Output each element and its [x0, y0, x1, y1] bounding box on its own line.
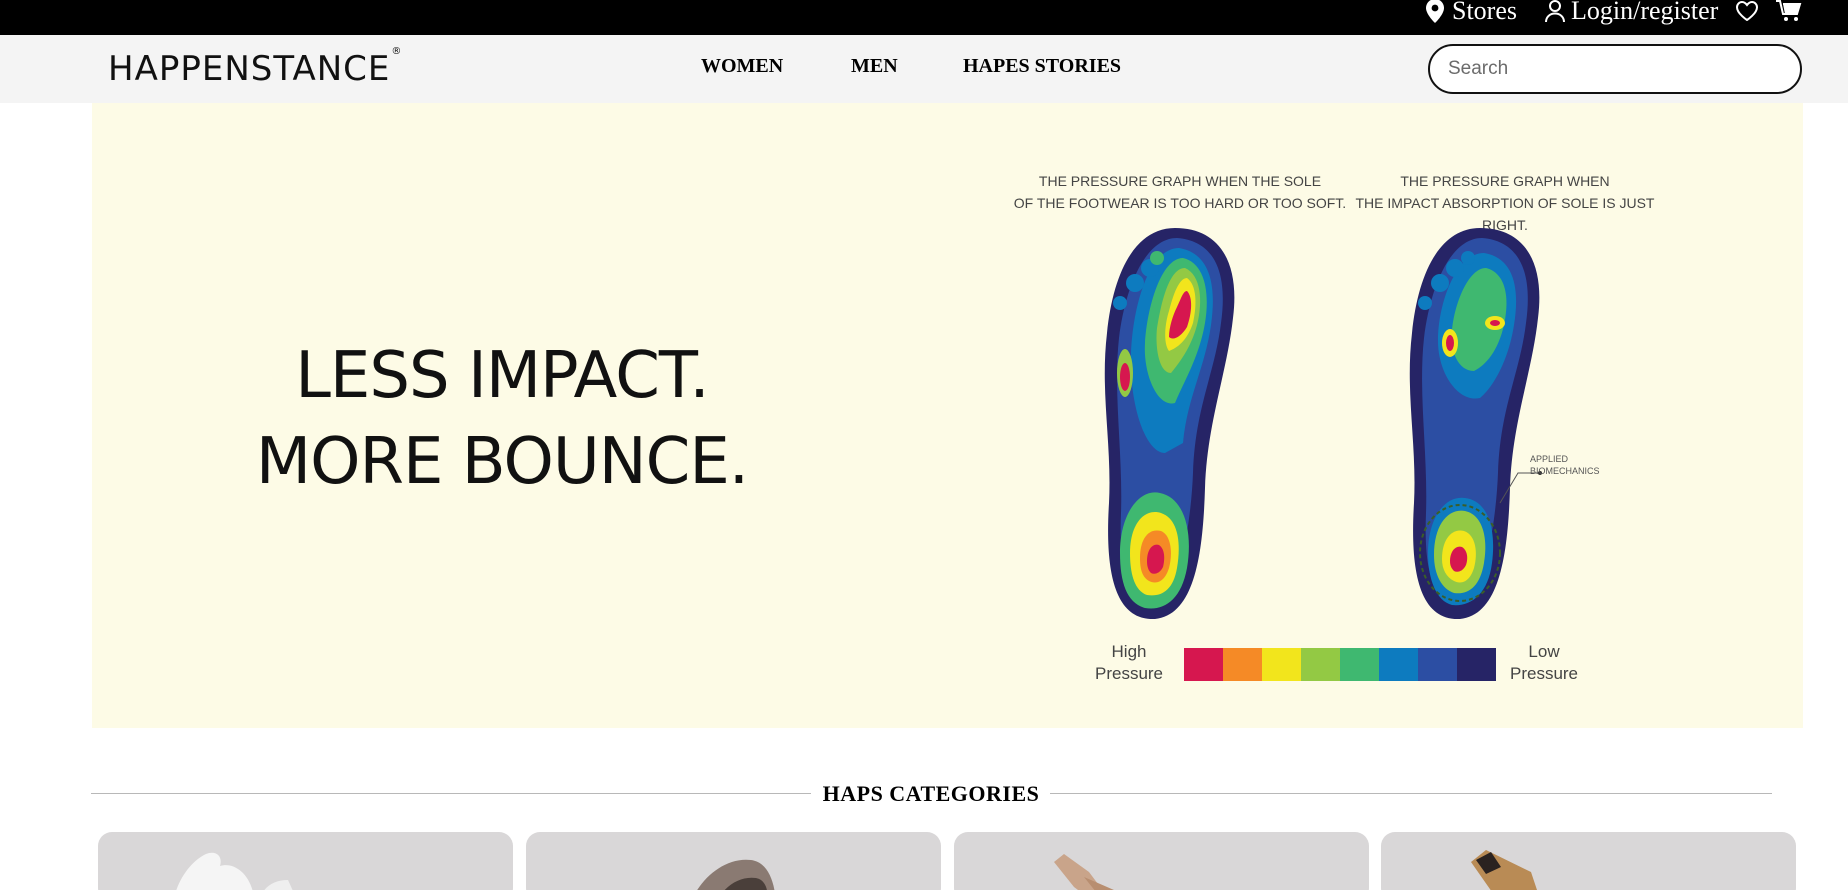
heel-image: [697, 859, 775, 890]
nav-women[interactable]: WOMEN: [701, 55, 783, 78]
pressure-map-hard-sole: [1104, 228, 1235, 620]
applied-biomechanics-label: APPLIED BIOMECHANICS: [1530, 453, 1600, 477]
search-input[interactable]: [1428, 44, 1802, 94]
legend-low-line-1: Low: [1528, 642, 1560, 661]
hero-banner[interactable]: LESS IMPACT. MORE BOUNCE. THE PRESSURE G…: [92, 103, 1803, 728]
sandal-image: [1054, 854, 1114, 890]
categories-heading: HAPS CATEGORIES: [822, 781, 1040, 806]
hero-line-1: LESS IMPACT.: [295, 339, 709, 413]
scale-swatch: [1379, 648, 1418, 681]
pressure-map-right-sole: [1409, 228, 1542, 620]
logo-text: HAPPENSTANCE: [108, 49, 391, 89]
nav-hapes-stories[interactable]: HAPES STORIES: [963, 55, 1121, 78]
category-card[interactable]: [1381, 832, 1796, 890]
caption-right-sole-line-1: THE PRESSURE GRAPH WHEN: [1400, 173, 1610, 189]
divider-left: [91, 793, 811, 794]
utility-bar: Stores Login/register: [0, 0, 1848, 35]
category-card[interactable]: [954, 832, 1369, 890]
hero-headline: LESS IMPACT. MORE BOUNCE.: [92, 333, 912, 505]
nav-men[interactable]: MEN: [851, 55, 898, 78]
annotation-line-1: APPLIED: [1530, 454, 1569, 464]
annotation-line-2: BIOMECHANICS: [1530, 466, 1600, 476]
stores-label: Stores: [1452, 0, 1517, 25]
user-icon: [1545, 0, 1565, 22]
category-card[interactable]: [526, 832, 941, 890]
registered-mark: ®: [391, 45, 403, 57]
main-header: HAPPENSTANCE® WOMEN MEN HAPES STORIES: [0, 35, 1848, 103]
scale-swatch: [1262, 648, 1301, 681]
divider-right: [1050, 793, 1772, 794]
login-register-label: Login/register: [1571, 0, 1719, 25]
scale-swatch: [1184, 648, 1223, 681]
hero-line-2: MORE BOUNCE.: [255, 425, 749, 499]
scale-swatch: [1223, 648, 1262, 681]
caption-hard-sole-line-1: THE PRESSURE GRAPH WHEN THE SOLE: [1038, 173, 1322, 189]
location-pin-icon: [1426, 0, 1444, 23]
wishlist-button[interactable]: [1736, 0, 1758, 22]
caption-hard-sole-line-2: OF THE FOOTWEAR IS TOO HARD OR TOO SOFT.: [1013, 195, 1347, 211]
stores-link[interactable]: Stores: [1426, 0, 1517, 25]
legend-low-line-2: Pressure: [1509, 664, 1579, 683]
scale-swatch: [1340, 648, 1379, 681]
scale-swatch: [1457, 648, 1496, 681]
legend-high-pressure: High Pressure: [1089, 641, 1169, 685]
category-card[interactable]: [98, 832, 513, 890]
legend-high-line-1: High: [1111, 642, 1147, 661]
brand-logo[interactable]: HAPPENSTANCE®: [108, 45, 403, 89]
wedge-image: [1471, 850, 1537, 890]
heart-icon: [1736, 1, 1758, 21]
scale-swatch: [1301, 648, 1340, 681]
pressure-color-scale: [1184, 648, 1496, 681]
sneaker-image: [176, 852, 293, 890]
cart-icon: [1776, 0, 1802, 21]
cart-button[interactable]: [1776, 0, 1802, 22]
legend-high-line-2: Pressure: [1094, 664, 1164, 683]
scale-swatch: [1418, 648, 1457, 681]
legend-low-pressure: Low Pressure: [1504, 641, 1584, 685]
caption-hard-sole: THE PRESSURE GRAPH WHEN THE SOLE OF THE …: [1010, 170, 1350, 214]
login-register-link[interactable]: Login/register: [1545, 0, 1718, 25]
